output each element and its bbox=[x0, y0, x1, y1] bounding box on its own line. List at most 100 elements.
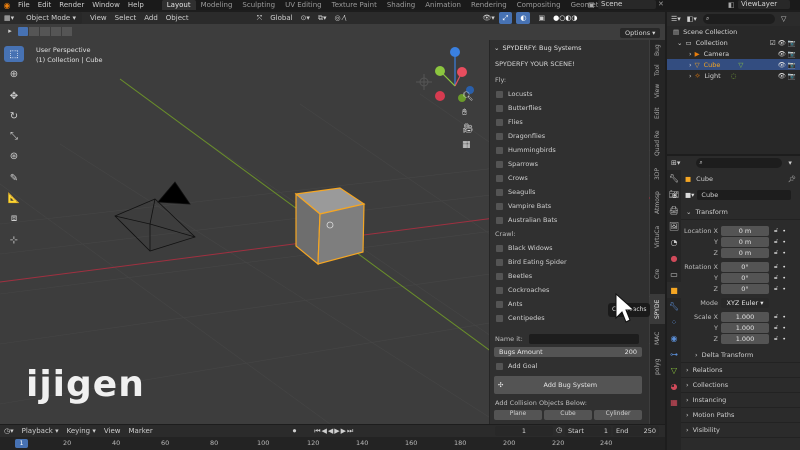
menu-window[interactable]: Window bbox=[88, 0, 124, 10]
tab-sculpting[interactable]: Sculpting bbox=[237, 0, 280, 10]
fly-item-sparrows[interactable]: Sparrows bbox=[490, 157, 649, 171]
scale-y-field[interactable]: 1.000 bbox=[721, 322, 769, 333]
scale-z-field[interactable]: 1.000 bbox=[721, 333, 769, 344]
measure-icon[interactable]: 📐 bbox=[4, 190, 24, 206]
panel-header[interactable]: ⌄ SPYDERFY: Bug Systems bbox=[490, 40, 649, 56]
visibility-icon[interactable]: 👁▾ bbox=[478, 12, 498, 24]
fly-item-seagulls[interactable]: Seagulls bbox=[490, 185, 649, 199]
lock-icon[interactable]: 🔓︎ bbox=[774, 237, 778, 246]
lock-icon[interactable]: 🔓︎ bbox=[774, 248, 778, 257]
tab-bug[interactable]: Bug bbox=[650, 40, 665, 60]
shading-solid-icon[interactable]: ●○◐◑ bbox=[549, 12, 581, 24]
transform-section-header[interactable]: ⌄ Transform bbox=[681, 205, 800, 220]
location-x-field[interactable]: 0 m bbox=[721, 225, 769, 236]
select-extend-icon[interactable] bbox=[29, 26, 39, 36]
bugs-amount-slider[interactable]: Bugs Amount 200 bbox=[494, 347, 642, 357]
viewlayer-icon[interactable]: ◧ bbox=[728, 1, 735, 9]
outliner-row-collection[interactable]: ⌄ ▭ Collection ☑ 👁 📷 bbox=[667, 37, 800, 48]
checkbox[interactable] bbox=[496, 258, 503, 266]
move-icon[interactable]: ✥ bbox=[4, 88, 24, 104]
select-subtract-icon[interactable] bbox=[40, 26, 50, 36]
checkbox[interactable] bbox=[496, 132, 503, 140]
cursor-icon[interactable]: ⊕ bbox=[4, 66, 24, 82]
collision-plane-button[interactable]: Plane bbox=[494, 410, 542, 420]
outliner-row-camera[interactable]: › ▶ Camera 👁 📷 bbox=[667, 48, 800, 59]
keyframe-dot-icon[interactable]: • bbox=[782, 249, 786, 257]
output-tab-icon[interactable]: 🖨︎ bbox=[667, 202, 681, 218]
outliner-row-cube[interactable]: › ▽ Cube ▽ 👁 📷 bbox=[667, 59, 800, 70]
name-input[interactable] bbox=[529, 334, 639, 344]
checkbox[interactable] bbox=[496, 90, 503, 98]
tab-cre[interactable]: Cre bbox=[650, 254, 665, 294]
checkbox[interactable] bbox=[496, 174, 503, 182]
checkbox[interactable] bbox=[496, 314, 503, 322]
tab-polyg[interactable]: polyg bbox=[650, 352, 665, 382]
add-goal-toggle[interactable]: Add Goal bbox=[490, 359, 649, 373]
tab-quad-re[interactable]: Quad Re bbox=[650, 124, 665, 162]
outliner-row-scene-collection[interactable]: ▤ Scene Collection bbox=[667, 26, 800, 37]
zoom-icon[interactable]: 🔍︎ bbox=[462, 92, 473, 102]
select-intersect-icon[interactable] bbox=[62, 26, 72, 36]
tab-virtuca[interactable]: VirtuCa bbox=[650, 220, 665, 254]
filter-icon[interactable]: ▽ bbox=[781, 15, 786, 23]
keyframe-dot-icon[interactable]: • bbox=[782, 238, 786, 246]
menu-render[interactable]: Render bbox=[55, 0, 88, 10]
light-object[interactable] bbox=[416, 74, 432, 90]
annotate-icon[interactable]: ✎ bbox=[4, 170, 24, 186]
outliner-editor-icon[interactable]: ☰▾ bbox=[671, 15, 681, 23]
collision-cylinder-button[interactable]: Cylinder bbox=[594, 410, 642, 420]
properties-editor-icon[interactable]: ⊞▾ bbox=[671, 159, 680, 167]
lock-icon[interactable]: 🔓︎ bbox=[774, 323, 778, 332]
collections-section[interactable]: › Collections bbox=[681, 378, 800, 393]
outliner-search-input[interactable]: ⌕ bbox=[702, 14, 775, 24]
tab-shading[interactable]: Shading bbox=[382, 0, 420, 10]
timeline-ruler[interactable]: 1 20 40 60 80 100 120 140 160 180 200 22… bbox=[0, 437, 665, 450]
checkbox[interactable] bbox=[496, 146, 503, 154]
location-z-field[interactable]: 0 m bbox=[721, 247, 769, 258]
menu-playback[interactable]: Playback ▾ bbox=[18, 425, 63, 437]
rotate-icon[interactable]: ↻ bbox=[4, 108, 24, 124]
menu-object[interactable]: Object bbox=[162, 12, 193, 24]
display-mode-icon[interactable]: ◧▾ bbox=[687, 15, 697, 23]
material-tab-icon[interactable]: ◕ bbox=[667, 378, 681, 394]
object-tab-icon[interactable]: ■ bbox=[667, 282, 681, 298]
scale-icon[interactable]: ⤡ bbox=[4, 128, 24, 144]
camera-toggles-icon[interactable]: 👁 📷 bbox=[778, 50, 796, 58]
fly-item-flies[interactable]: Flies bbox=[490, 115, 649, 129]
instancing-section[interactable]: › Instancing bbox=[681, 393, 800, 408]
tab-texture-paint[interactable]: Texture Paint bbox=[327, 0, 382, 10]
checkbox[interactable] bbox=[496, 300, 503, 308]
tab-3dp[interactable]: 3DP bbox=[650, 162, 665, 186]
keyframe-dot-icon[interactable]: • bbox=[782, 263, 786, 271]
data-tab-icon[interactable]: ▽ bbox=[667, 362, 681, 378]
collision-cube-button[interactable]: Cube bbox=[544, 410, 592, 420]
rotation-mode-select[interactable]: XYZ Euler ▾ bbox=[721, 297, 769, 308]
keyframe-dot-icon[interactable]: • bbox=[782, 313, 786, 321]
scene-close-icon[interactable]: ✕ bbox=[658, 0, 664, 8]
motion-paths-section[interactable]: › Motion Paths bbox=[681, 408, 800, 423]
cube-toggles-icon[interactable]: 👁 📷 bbox=[778, 61, 796, 69]
outliner-row-light[interactable]: › ☼ Light ◌ 👁 📷 bbox=[667, 70, 800, 81]
constraints-tab-icon[interactable]: ⊶ bbox=[667, 346, 681, 362]
fly-item-australian-bats[interactable]: Australian Bats bbox=[490, 213, 649, 227]
menu-view[interactable]: View bbox=[86, 12, 111, 24]
physics-tab-icon[interactable]: ◉ bbox=[667, 330, 681, 346]
menu-help[interactable]: Help bbox=[124, 0, 148, 10]
checkbox[interactable] bbox=[496, 160, 503, 168]
lock-icon[interactable]: 🔓︎ bbox=[774, 226, 778, 235]
delta-transform-section[interactable]: › Delta Transform bbox=[681, 348, 800, 363]
lock-icon[interactable]: 🔓︎ bbox=[774, 273, 778, 282]
visibility-section[interactable]: › Visibility bbox=[681, 423, 800, 438]
transform-icon[interactable]: ⊛ bbox=[4, 148, 24, 164]
record-icon[interactable]: ⏺ bbox=[289, 425, 301, 437]
modifier-tab-icon[interactable]: 🔧︎ bbox=[667, 298, 681, 314]
tab-tool[interactable]: Tool bbox=[650, 60, 665, 80]
checkbox[interactable] bbox=[496, 216, 503, 224]
expand-icon[interactable]: › bbox=[689, 50, 692, 58]
options-button[interactable]: Options ▾ bbox=[620, 28, 661, 38]
xray-icon[interactable]: ▣ bbox=[534, 12, 549, 24]
fly-item-hummingbirds[interactable]: Hummingbirds bbox=[490, 143, 649, 157]
select-box-icon[interactable]: ⬚ bbox=[4, 46, 24, 62]
snap-icon[interactable]: ⧉▾ bbox=[314, 12, 331, 24]
expand-icon[interactable]: › bbox=[689, 72, 692, 80]
